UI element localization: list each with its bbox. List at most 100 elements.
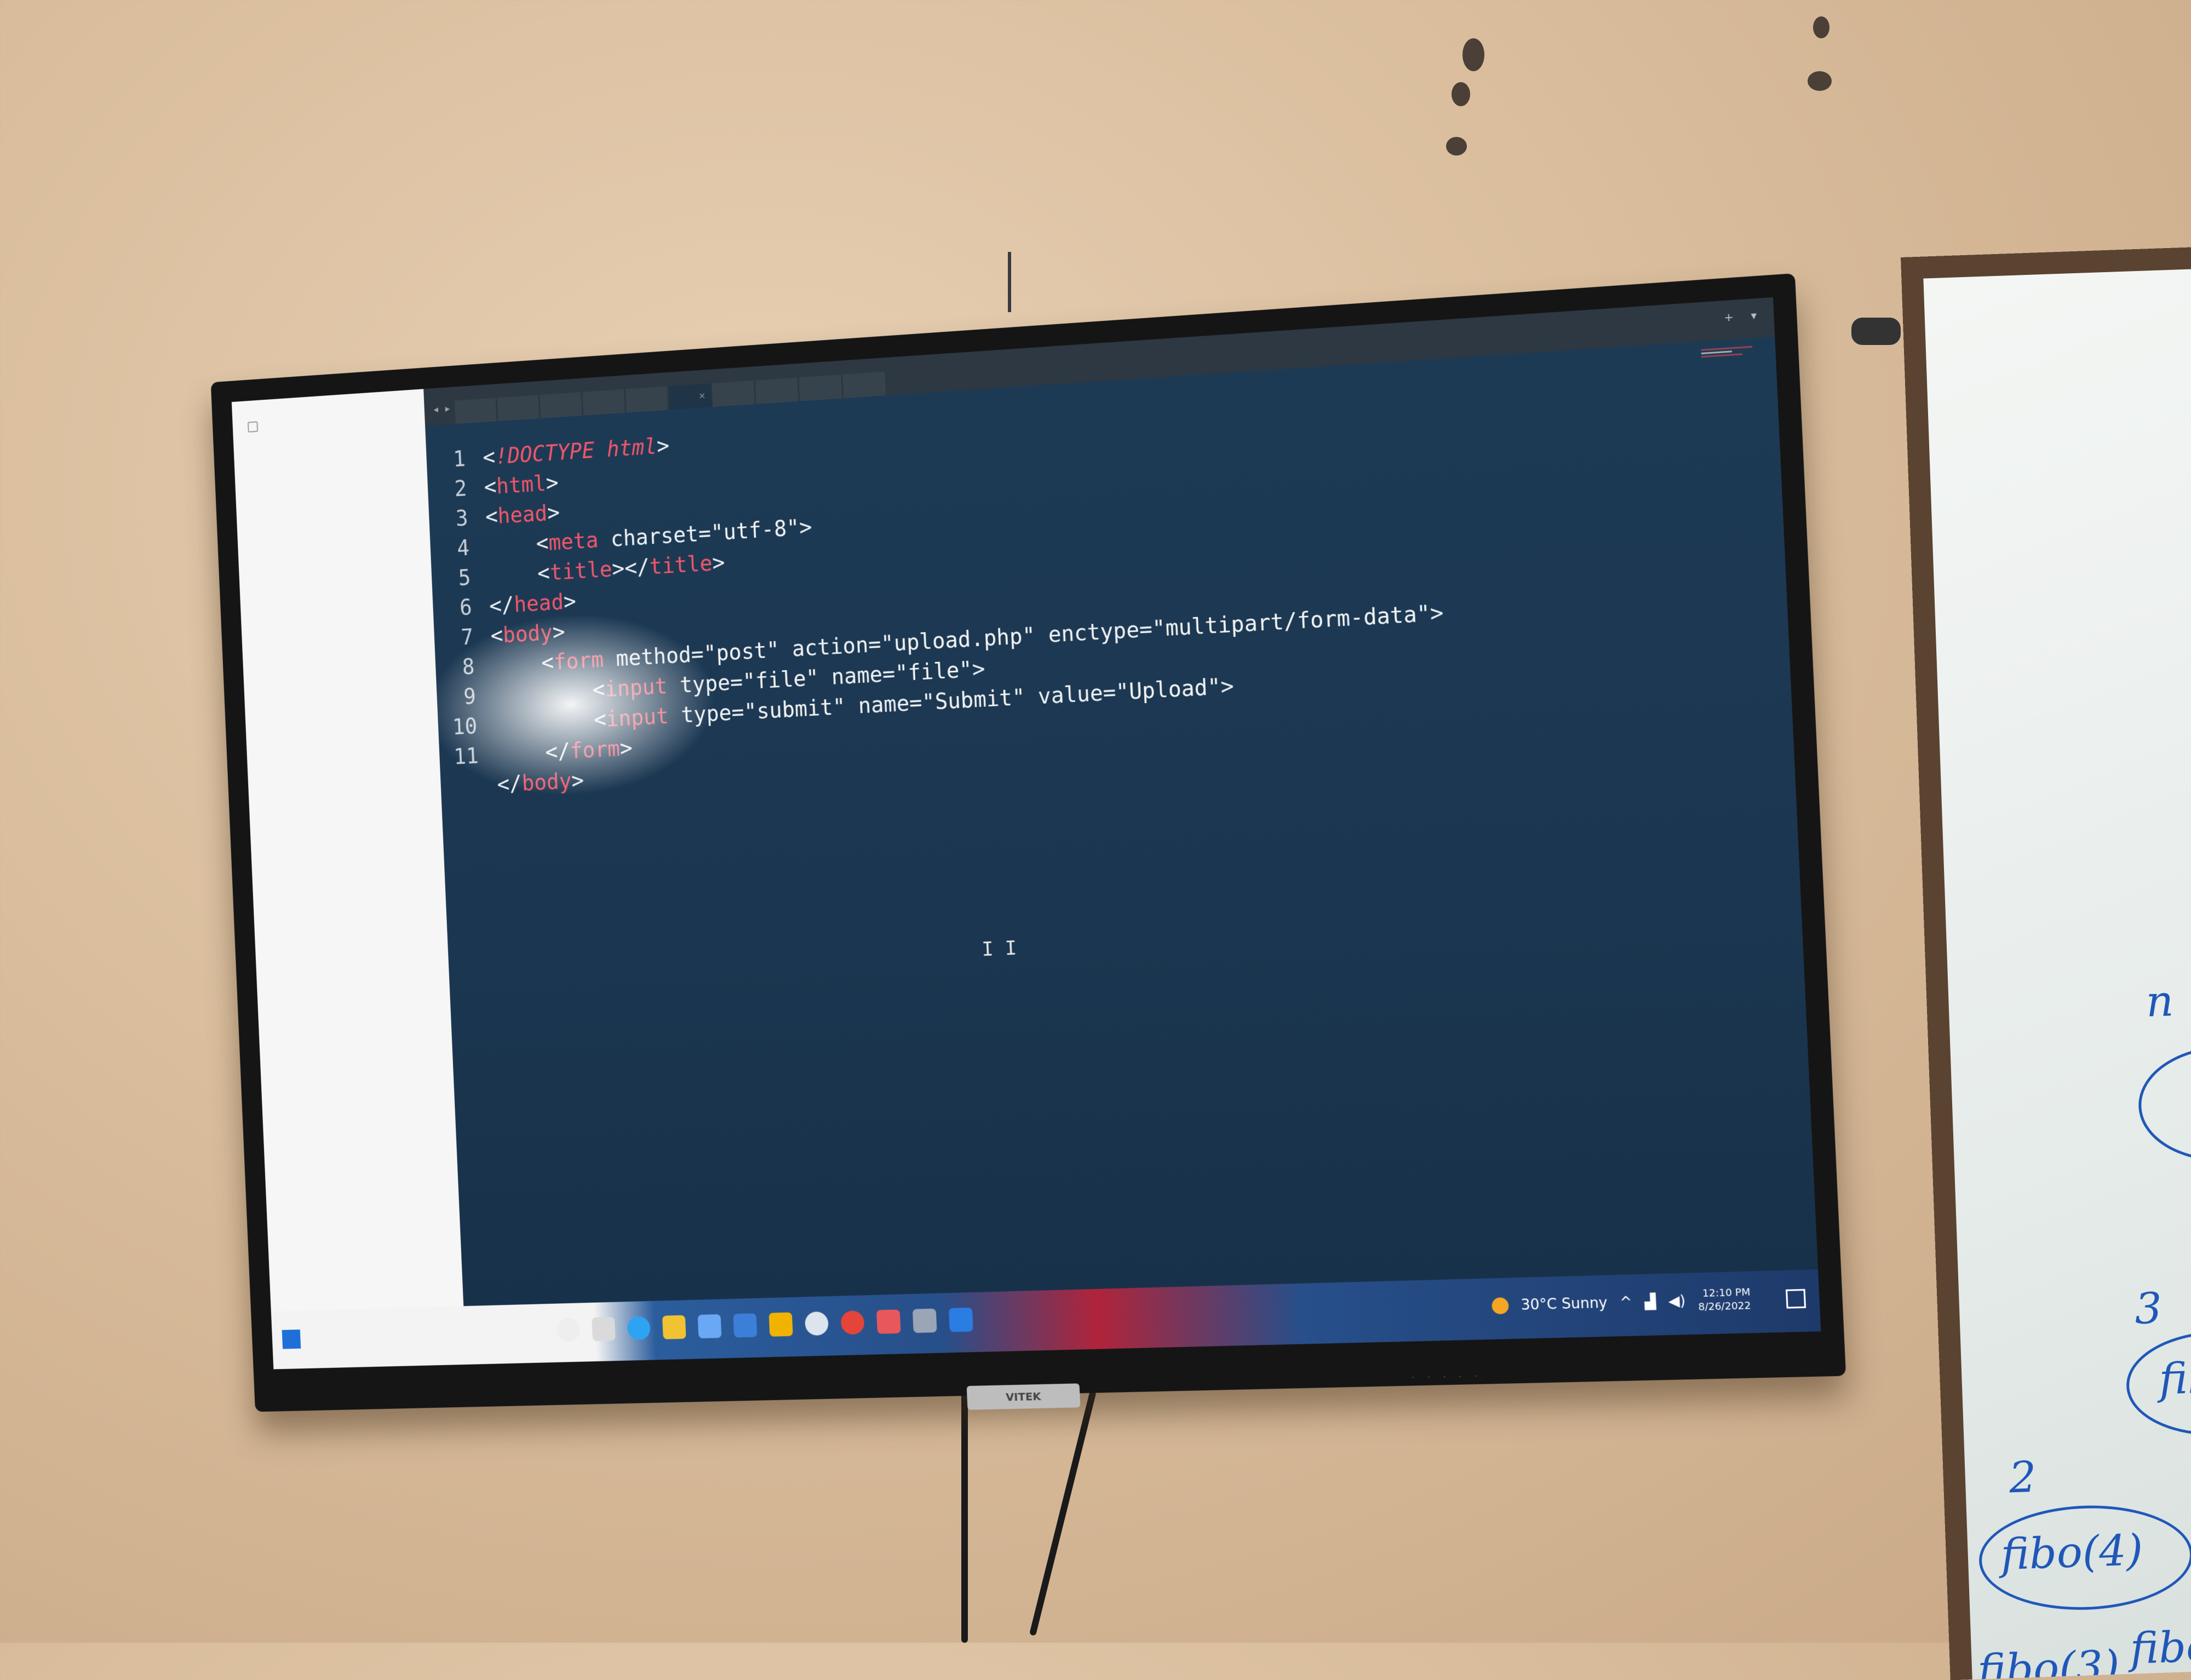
- whiteboard-note: 2: [2008, 1452, 2038, 1503]
- code-token: type: [668, 700, 732, 729]
- whiteboard-surface: n = 7 fi 3 fibo( 2 fibo(4) fib fib fibo(…: [1923, 268, 2191, 1680]
- code-token: =: [909, 690, 923, 716]
- new-tab-icon[interactable]: + ▾: [1724, 308, 1764, 324]
- line-number: 7: [460, 625, 474, 651]
- code-token: <: [485, 504, 498, 530]
- app-icon[interactable]: [876, 1309, 901, 1334]
- minimap[interactable]: [1701, 346, 1753, 361]
- network-icon[interactable]: ▟: [1644, 1293, 1656, 1310]
- code-token: =: [731, 700, 745, 726]
- code-token: body: [502, 620, 553, 648]
- code-token: <: [490, 623, 504, 649]
- tray-chevron-icon[interactable]: ^: [1620, 1294, 1633, 1311]
- code-token: =: [697, 521, 712, 546]
- code-token: <: [541, 650, 555, 676]
- code-text: <head>: [485, 498, 560, 532]
- notification-icon[interactable]: [1785, 1288, 1806, 1309]
- code-token: method: [603, 642, 692, 672]
- code-editor[interactable]: I I 1 <!DOCTYPE html> 2 <html> 3 <head> 4 <met…: [425, 336, 1819, 1307]
- close-icon[interactable]: ×: [698, 384, 706, 408]
- task-view-icon[interactable]: [592, 1317, 616, 1342]
- whiteboard-note: 3: [2133, 1284, 2163, 1334]
- line-number: 10: [452, 714, 478, 740]
- wall-hole: [1452, 82, 1470, 106]
- line-number: 9: [463, 684, 477, 710]
- tv-cable: [961, 1391, 968, 1643]
- edge-browser-icon[interactable]: [627, 1316, 651, 1340]
- code-token: >: [552, 619, 566, 645]
- code-token: body: [521, 769, 572, 796]
- code-token: >: [712, 550, 726, 576]
- tab-7[interactable]: [755, 377, 799, 404]
- code-token: =: [1102, 680, 1117, 706]
- code-token: input: [605, 704, 669, 732]
- code-token: <: [593, 707, 607, 733]
- code-token: "utf-8": [710, 515, 800, 546]
- code-token: </: [544, 739, 571, 765]
- whiteboard-ellipse: [2136, 1043, 2191, 1164]
- tab-4[interactable]: [625, 386, 669, 413]
- store-icon[interactable]: [697, 1314, 722, 1339]
- code-token: <: [483, 474, 497, 500]
- tab-5[interactable]: ×: [668, 383, 712, 410]
- tab-9[interactable]: [842, 371, 887, 399]
- whiteboard-note: n = 7: [2145, 974, 2191, 1027]
- sublime-text-icon[interactable]: [768, 1312, 793, 1337]
- clock-time: 12:10 PM: [1702, 1286, 1751, 1300]
- tab-8[interactable]: [799, 375, 843, 401]
- code-token: name: [845, 691, 910, 720]
- clock[interactable]: 12:10 PM 8/26/2022: [1697, 1286, 1751, 1314]
- mouse-cursor-icon: I I: [981, 937, 1018, 961]
- wall-hole: [1808, 71, 1832, 91]
- weather-sun-icon[interactable]: [1491, 1297, 1509, 1315]
- tv-brand-logo: VITEK: [966, 1383, 1081, 1410]
- whiteboard-note: fibo(2): [2129, 1619, 2191, 1674]
- line-number: 1: [452, 446, 466, 472]
- code-token: =: [868, 632, 882, 658]
- wall-hole: [1462, 38, 1484, 71]
- whiteboard-note: fibo(3): [1976, 1641, 2121, 1680]
- code-token: =: [730, 670, 744, 695]
- volume-icon[interactable]: ◀): [1668, 1293, 1686, 1310]
- file-explorer-icon[interactable]: [662, 1315, 686, 1339]
- line-number: 2: [454, 476, 468, 502]
- tab-1[interactable]: [497, 395, 540, 422]
- wall-hole: [1813, 16, 1829, 38]
- television: ◂ ▸ × + ▾ I I 1 <!DOCTYPE html> 2 <html> 3 <h…: [210, 273, 1846, 1412]
- app-icon[interactable]: [804, 1311, 829, 1336]
- code-token: "file": [742, 665, 819, 695]
- audio-icon[interactable]: [912, 1308, 937, 1333]
- code-token: =: [881, 661, 896, 687]
- weather-text[interactable]: 30°C Sunny: [1521, 1294, 1608, 1314]
- code-token: ></: [611, 555, 650, 582]
- mail-icon[interactable]: [733, 1313, 758, 1338]
- tab-6[interactable]: [712, 380, 755, 407]
- line-number: [450, 772, 479, 773]
- code-token: html: [496, 471, 547, 499]
- tab-3[interactable]: [582, 389, 626, 416]
- chrome-icon[interactable]: [840, 1310, 865, 1335]
- code-token: "submit": [743, 694, 846, 725]
- code-token: value: [1024, 681, 1104, 710]
- tab-2[interactable]: [540, 392, 583, 418]
- line-number: 4: [456, 536, 470, 561]
- code-token: >: [571, 768, 584, 794]
- code-token: input: [604, 674, 668, 702]
- code-token: =: [1138, 617, 1153, 643]
- code-token: type: [667, 670, 731, 699]
- tab-scroll-arrows-icon[interactable]: ◂ ▸: [433, 403, 452, 416]
- code-token: <: [592, 677, 606, 703]
- word-icon[interactable]: [948, 1307, 973, 1332]
- wall-scratch: [1008, 252, 1011, 312]
- line-number: 3: [455, 506, 469, 532]
- search-icon[interactable]: [557, 1317, 581, 1342]
- tv-cable: [1029, 1390, 1097, 1636]
- screen: ◂ ▸ × + ▾ I I 1 <!DOCTYPE html> 2 <html> 3 <h…: [231, 297, 1821, 1370]
- tab-0[interactable]: [455, 398, 497, 424]
- windows-start-icon[interactable]: [282, 1329, 301, 1349]
